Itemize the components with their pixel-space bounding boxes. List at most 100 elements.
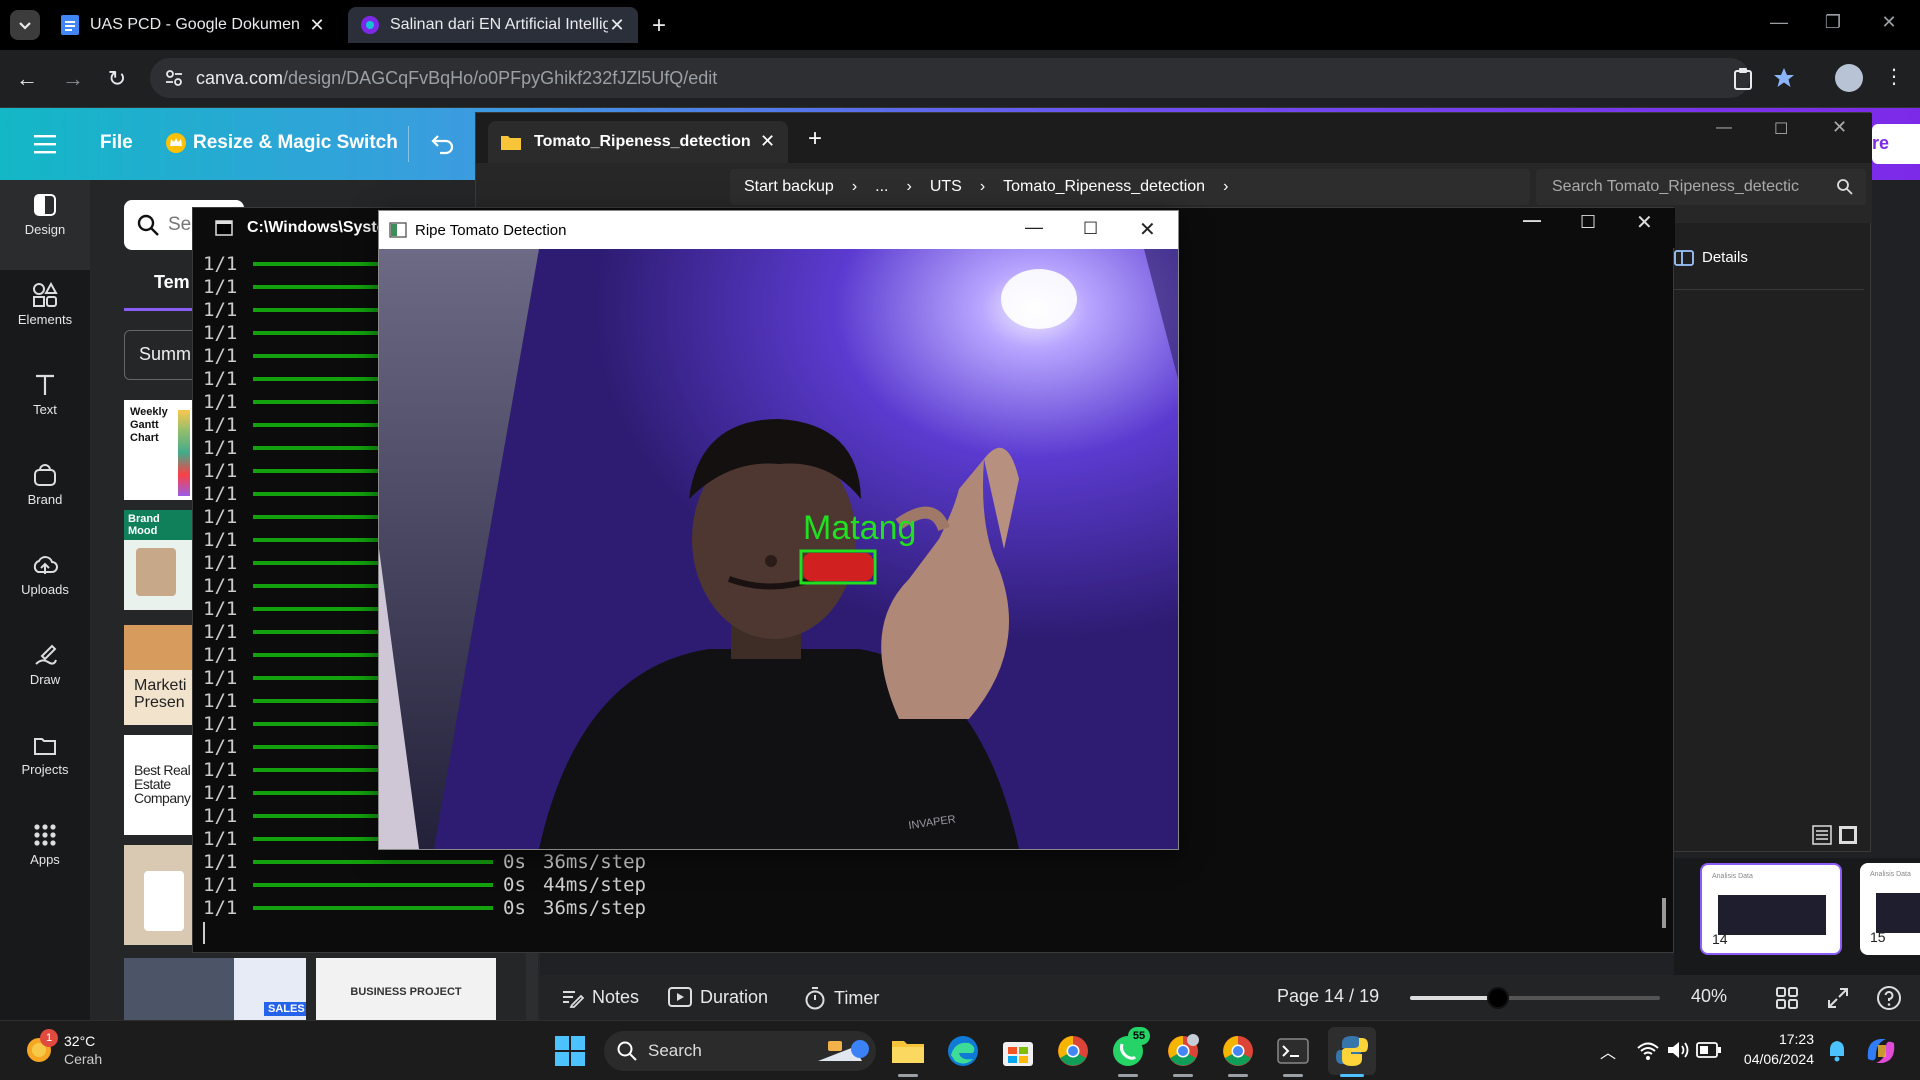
profile-avatar[interactable] [1835,64,1863,92]
back-button[interactable]: ← [14,66,40,92]
minimize-button[interactable]: — [1716,119,1732,137]
minimize-button[interactable]: — [1025,217,1043,238]
duration-button[interactable]: Duration [668,986,768,1008]
page-thumb-14[interactable]: Analisis Data 14 [1700,863,1842,955]
template-sales[interactable]: SALES [124,958,306,1020]
file-explorer-icon[interactable] [890,1033,926,1069]
rail-item-draw[interactable]: Draw [0,630,90,720]
design-icon [34,194,56,216]
template-real-estate[interactable]: Best Real Estate Company [124,735,194,835]
progress-bar [253,860,493,864]
close-icon[interactable]: ✕ [308,16,326,34]
more-menu-icon[interactable]: ⋮ [1884,64,1904,89]
tray-overflow-icon[interactable]: ︿ [1600,1039,1616,1063]
tiles-view-icon[interactable] [1838,825,1858,845]
fullscreen-icon[interactable] [1827,987,1849,1009]
rail-item-projects[interactable]: Projects [0,720,90,810]
rail-item-text[interactable]: Text [0,360,90,450]
chrome-icon[interactable] [1055,1033,1091,1069]
maximize-button[interactable]: ☐ [1774,119,1788,139]
new-tab-button[interactable]: + [652,12,666,40]
breadcrumb-item[interactable]: ... [875,178,888,196]
wifi-icon[interactable] [1636,1039,1660,1061]
windows-start-icon[interactable] [554,1035,586,1067]
undo-icon[interactable] [430,132,456,156]
close-icon[interactable]: ✕ [608,16,626,34]
rail-item-brand[interactable]: Brand [0,450,90,540]
template-office-photo[interactable] [124,845,194,945]
python-icon[interactable] [1334,1033,1370,1069]
share-button[interactable]: re [1872,124,1920,164]
thumb-code-image [1718,895,1826,935]
step-counter: 1/1 [203,299,238,321]
notification-bell-icon[interactable] [1826,1039,1848,1063]
template-business-project[interactable]: BUSINESS PROJECT [316,958,496,1020]
timer-button[interactable]: Timer [804,986,879,1010]
taskbar-search[interactable]: Search [604,1031,876,1071]
zoom-level[interactable]: 40% [1691,986,1727,1007]
template-marketing[interactable]: Marketi Presen [124,625,194,725]
breadcrumb-item[interactable]: Start backup [744,178,834,196]
microsoft-store-icon[interactable] [1000,1033,1036,1069]
chrome-profile-icon[interactable] [1165,1033,1201,1069]
details-button[interactable]: Details [1674,249,1748,266]
tab-canva[interactable]: Salinan dari EN Artificial Intellig ✕ [348,7,638,43]
close-window-button[interactable]: ✕ [1139,217,1156,242]
tab-search-button[interactable] [10,10,40,40]
hamburger-menu-icon[interactable] [34,134,58,154]
terminal-icon[interactable] [1275,1033,1311,1069]
close-icon[interactable]: ✕ [760,131,775,152]
webcam-scene: Matang INVAPER [379,249,1178,849]
battery-icon[interactable] [1696,1041,1722,1059]
minimize-button[interactable]: — [1764,12,1794,33]
app-window-icon [389,222,407,238]
list-view-icon[interactable] [1812,825,1832,845]
copilot-icon[interactable] [1864,1035,1898,1067]
close-window-button[interactable]: ✕ [1874,12,1904,33]
minimize-button[interactable]: — [1523,210,1541,231]
rail-item-apps[interactable]: Apps [0,810,90,900]
console-scrollbar[interactable] [1662,898,1666,928]
volume-icon[interactable] [1666,1039,1690,1061]
explorer-search-input[interactable]: Search Tomato_Ripeness_detectic [1536,169,1866,205]
grid-view-icon[interactable] [1776,987,1798,1009]
address-bar[interactable]: canva.com/design/DAGCqFvBqHo/o0PFpyGhikf… [150,58,1750,98]
rail-item-uploads[interactable]: Uploads [0,540,90,630]
notes-button[interactable]: Notes [560,986,639,1008]
template-brand-mood[interactable]: Brand Mood [124,510,194,610]
forward-button[interactable]: → [60,66,86,92]
file-menu-button[interactable]: File [100,132,133,154]
restore-button[interactable]: ❐ [1818,12,1848,33]
breadcrumb[interactable]: Start backup › ... › UTS › Tomato_Ripene… [730,169,1530,205]
page-thumb-15[interactable]: Analisis Data 15 [1860,863,1920,955]
clock-date[interactable]: 04/06/2024 [1732,1051,1814,1067]
template-gantt-chart[interactable]: Weekly Gantt Chart [124,400,194,500]
chrome-icon[interactable] [1220,1033,1256,1069]
resize-magic-switch-button[interactable]: Resize & Magic Switch [165,132,398,154]
zoom-slider-handle[interactable] [1486,987,1509,1009]
breadcrumb-item[interactable]: Tomato_Ripeness_detection [1003,178,1205,196]
text-icon [36,374,54,395]
zoom-slider[interactable] [1410,987,1660,1009]
tab-google-docs[interactable]: UAS PCD - Google Dokumen ✕ [48,7,338,43]
tab-templates[interactable]: Tem [154,272,190,293]
rail-item-elements[interactable]: Elements [0,270,90,360]
page-indicator[interactable]: Page 14 / 19 [1277,986,1379,1007]
rail-item-design[interactable]: Design [0,180,90,270]
clock-time[interactable]: 17:23 [1732,1031,1814,1047]
reload-button[interactable]: ↻ [104,66,130,92]
site-info-icon[interactable] [164,68,184,88]
explorer-tab[interactable]: Tomato_Ripeness_detection ✕ [488,121,788,163]
weather-widget[interactable]: 1 32°C Cerah [20,1029,140,1071]
breadcrumb-item[interactable]: UTS [930,178,962,196]
maximize-button[interactable]: ☐ [1083,219,1098,239]
close-window-button[interactable]: ✕ [1636,210,1653,235]
edge-icon[interactable] [945,1033,981,1069]
close-window-button[interactable]: ✕ [1832,117,1847,138]
windows-taskbar: 1 32°C Cerah Search 55 ︿ 17:23 04/06/202… [0,1020,1920,1080]
star-icon[interactable] [1772,66,1796,90]
new-tab-button[interactable]: + [808,125,822,153]
help-icon[interactable] [1876,985,1902,1011]
maximize-button[interactable]: ☐ [1580,212,1596,233]
clipboard-icon[interactable] [1732,67,1754,91]
